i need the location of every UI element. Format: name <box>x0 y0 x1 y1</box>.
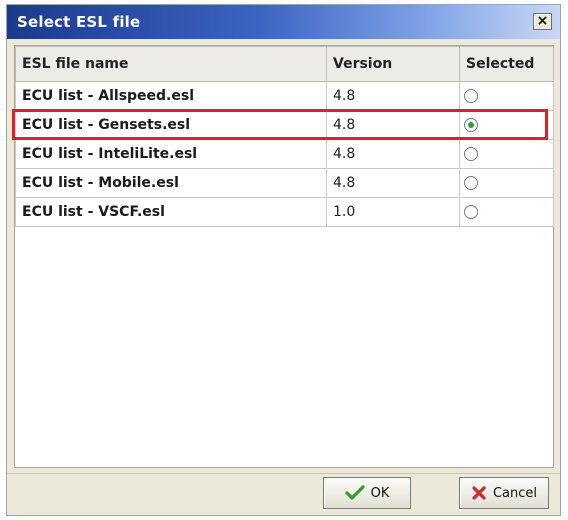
close-icon: × <box>536 13 549 29</box>
version-cell: 4.8 <box>326 168 460 198</box>
table-row[interactable]: ECU list - VSCF.esl 1.0 <box>15 197 554 227</box>
select-radio[interactable] <box>464 205 478 219</box>
version-cell: 1.0 <box>326 197 460 227</box>
select-esl-dialog: Select ESL file × ESL file name Version … <box>6 4 561 516</box>
esl-table: ESL file name Version Selected ECU list … <box>15 46 554 227</box>
table-row[interactable]: ECU list - InteliLite.esl 4.8 <box>15 139 554 169</box>
close-button[interactable]: × <box>533 13 552 30</box>
file-name-cell: ECU list - InteliLite.esl <box>15 139 327 169</box>
dialog-title: Select ESL file <box>17 13 141 31</box>
file-name-cell: ECU list - VSCF.esl <box>15 197 327 227</box>
version-cell: 4.8 <box>326 139 460 169</box>
column-header-name[interactable]: ESL file name <box>15 46 327 82</box>
ok-label: OK <box>370 485 390 501</box>
esl-file-grid: ESL file name Version Selected ECU list … <box>14 45 554 468</box>
ok-button[interactable]: OK <box>323 477 411 509</box>
table-header-row: ESL file name Version Selected <box>15 46 554 82</box>
file-name-cell: ECU list - Gensets.esl <box>15 110 327 140</box>
version-cell: 4.8 <box>326 110 460 140</box>
check-icon <box>345 485 365 500</box>
selected-cell <box>459 110 554 140</box>
file-name-cell: ECU list - Allspeed.esl <box>15 81 327 111</box>
cancel-button[interactable]: Cancel <box>459 477 549 509</box>
column-header-selected[interactable]: Selected <box>459 46 554 82</box>
select-radio[interactable] <box>464 147 478 161</box>
x-icon <box>472 486 486 500</box>
selected-cell <box>459 197 554 227</box>
selected-cell <box>459 81 554 111</box>
select-radio[interactable] <box>464 176 478 190</box>
select-radio[interactable] <box>464 89 478 103</box>
cancel-label: Cancel <box>492 485 538 501</box>
title-bar[interactable]: Select ESL file × <box>7 5 560 39</box>
version-cell: 4.8 <box>326 81 460 111</box>
file-name-cell: ECU list - Mobile.esl <box>15 168 327 198</box>
table-row[interactable]: ECU list - Mobile.esl 4.8 <box>15 168 554 198</box>
selected-cell <box>459 168 554 198</box>
table-row[interactable]: ECU list - Allspeed.esl 4.8 <box>15 81 554 111</box>
footer-divider <box>7 473 560 474</box>
table-row[interactable]: ECU list - Gensets.esl 4.8 <box>15 110 554 140</box>
selected-cell <box>459 139 554 169</box>
select-radio[interactable] <box>464 118 478 132</box>
column-header-version[interactable]: Version <box>326 46 460 82</box>
